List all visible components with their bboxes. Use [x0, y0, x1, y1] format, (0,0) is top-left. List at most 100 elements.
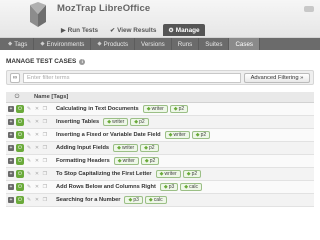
delete-icon[interactable]: ✕: [34, 184, 40, 190]
delete-icon[interactable]: ✕: [34, 171, 40, 177]
clone-icon[interactable]: ❐: [42, 132, 48, 138]
expand-icon[interactable]: +: [8, 119, 14, 125]
edit-icon[interactable]: ✎: [26, 145, 32, 151]
advanced-filtering-button[interactable]: Advanced Filtering »: [244, 73, 310, 83]
expand-icon[interactable]: +: [8, 106, 14, 112]
tag-badge[interactable]: ◆ writer: [142, 105, 168, 113]
info-icon[interactable]: i: [79, 58, 86, 65]
nav-run-tests[interactable]: ▶ Run Tests: [56, 24, 103, 36]
edit-icon[interactable]: ✎: [26, 197, 32, 203]
tag-icon: ◆: [107, 119, 112, 125]
tag-label: writer: [112, 119, 125, 125]
expand-icon[interactable]: +: [8, 145, 14, 151]
delete-icon[interactable]: ✕: [34, 158, 40, 164]
case-name[interactable]: Searching for a Number: [56, 197, 120, 203]
clone-icon[interactable]: ❐: [42, 119, 48, 125]
tab-cases[interactable]: Cases: [229, 38, 260, 50]
tag-badge[interactable]: ◆ p3: [159, 183, 179, 191]
expand-icon[interactable]: +: [8, 132, 14, 138]
power-icon[interactable]: ⏻: [16, 131, 24, 139]
gear-icon: ⚙: [168, 27, 174, 34]
power-icon[interactable]: ⏻: [16, 183, 24, 191]
edit-icon[interactable]: ✎: [26, 171, 32, 177]
case-name[interactable]: Formatting Headers: [56, 158, 110, 164]
clone-icon[interactable]: ❐: [42, 106, 48, 112]
user-menu-icon[interactable]: [304, 6, 314, 12]
tag-label: p3: [168, 184, 175, 190]
case-name[interactable]: Adding Input Fields: [56, 145, 109, 151]
tab-versions[interactable]: Versions: [135, 38, 172, 50]
main-nav: ▶ Run Tests ✔ View Results ⚙ Manage: [56, 24, 205, 36]
nav-view-results[interactable]: ✔ View Results: [105, 24, 161, 36]
table-row: + ⏻ ✎ ✕ ❐ To Stop Capitalizing the First Lett…: [6, 168, 314, 181]
tag-label: writer: [122, 158, 135, 164]
tag-badge[interactable]: ◆ writer: [155, 170, 181, 178]
edit-icon[interactable]: ✎: [26, 158, 32, 164]
tag-label: p3: [133, 197, 139, 203]
tab-runs[interactable]: Runs: [172, 38, 200, 50]
filter-input[interactable]: [23, 73, 241, 83]
clone-icon[interactable]: ❐: [42, 145, 48, 151]
tag-badge[interactable]: ◆ writer: [113, 157, 139, 165]
power-icon[interactable]: ⏻: [16, 144, 24, 152]
delete-icon[interactable]: ✕: [34, 106, 40, 112]
power-icon[interactable]: ⏻: [16, 118, 24, 126]
tab-environments[interactable]: ◆ Environments: [34, 38, 92, 50]
tag-badge[interactable]: ◆ p2: [140, 157, 160, 165]
tag-badge[interactable]: ◆ p2: [182, 170, 202, 178]
power-icon[interactable]: ⏻: [16, 105, 24, 113]
expand-icon[interactable]: +: [8, 171, 14, 177]
power-icon[interactable]: ⏻: [16, 157, 24, 165]
power-icon[interactable]: ⏻: [6, 94, 28, 101]
tag-badge[interactable]: ◆ p2: [169, 105, 189, 113]
tag-icon: ◆: [159, 171, 164, 177]
tag-badge[interactable]: ◆ p3: [124, 196, 143, 204]
clone-icon[interactable]: ❐: [42, 171, 48, 177]
case-name[interactable]: Inserting a Fixed or Variable Date Field: [56, 132, 161, 138]
link-icon[interactable]: ∞: [10, 73, 20, 83]
expand-icon[interactable]: +: [8, 197, 14, 203]
tab-suites[interactable]: Suites: [199, 38, 230, 50]
tab-label: Tags: [14, 40, 28, 48]
clone-icon[interactable]: ❐: [42, 158, 48, 164]
table-body: + ⏻ ✎ ✕ ❐ Calculating in Text Documents ◆ write…: [6, 103, 314, 207]
tab-tags[interactable]: ◆ Tags: [2, 38, 35, 50]
moztrap-logo: [30, 2, 46, 27]
tag-badge[interactable]: ◆ writer: [113, 144, 139, 152]
tag-badge[interactable]: ◆ p2: [140, 144, 159, 152]
tag-list: ◆ writer ◆ p2: [113, 144, 159, 152]
expand-icon[interactable]: +: [8, 184, 14, 190]
expand-icon[interactable]: +: [8, 158, 14, 164]
tab-label: Cases: [235, 40, 253, 48]
tag-icon: ◆: [8, 41, 13, 47]
tag-badge[interactable]: ◆ p2: [191, 131, 211, 139]
nav-manage[interactable]: ⚙ Manage: [163, 24, 205, 36]
delete-icon[interactable]: ✕: [34, 132, 40, 138]
delete-icon[interactable]: ✕: [34, 119, 40, 125]
tag-badge[interactable]: ◆ writer: [164, 131, 190, 139]
case-name[interactable]: To Stop Capitalizing the First Letter: [56, 171, 152, 177]
edit-icon[interactable]: ✎: [26, 119, 32, 125]
delete-icon[interactable]: ✕: [34, 145, 40, 151]
delete-icon[interactable]: ✕: [34, 197, 40, 203]
tag-label: p2: [149, 145, 155, 151]
name-column-header[interactable]: Name [Tags]: [28, 94, 68, 100]
tag-badge[interactable]: ◆ writer: [103, 118, 129, 126]
clone-icon[interactable]: ❐: [42, 197, 48, 203]
tag-badge[interactable]: ◆ calc: [180, 183, 203, 191]
edit-icon[interactable]: ✎: [26, 184, 32, 190]
clone-icon[interactable]: ❐: [42, 184, 48, 190]
case-name[interactable]: Calculating in Text Documents: [56, 106, 139, 112]
tag-badge[interactable]: ◆ calc: [144, 196, 167, 204]
power-icon[interactable]: ⏻: [16, 170, 24, 178]
tag-icon: ◆: [195, 132, 200, 138]
tag-icon: ◆: [134, 119, 139, 125]
power-icon[interactable]: ⏻: [16, 196, 24, 204]
edit-icon[interactable]: ✎: [26, 106, 32, 112]
case-name[interactable]: Inserting Tables: [56, 119, 99, 125]
edit-icon[interactable]: ✎: [26, 132, 32, 138]
tag-badge[interactable]: ◆ p2: [130, 118, 149, 126]
case-name[interactable]: Add Rows Below and Columns Right: [56, 184, 156, 190]
tab-products[interactable]: ◆ Products: [91, 38, 136, 50]
tag-list: ◆ p3 ◆ calc: [124, 196, 167, 204]
